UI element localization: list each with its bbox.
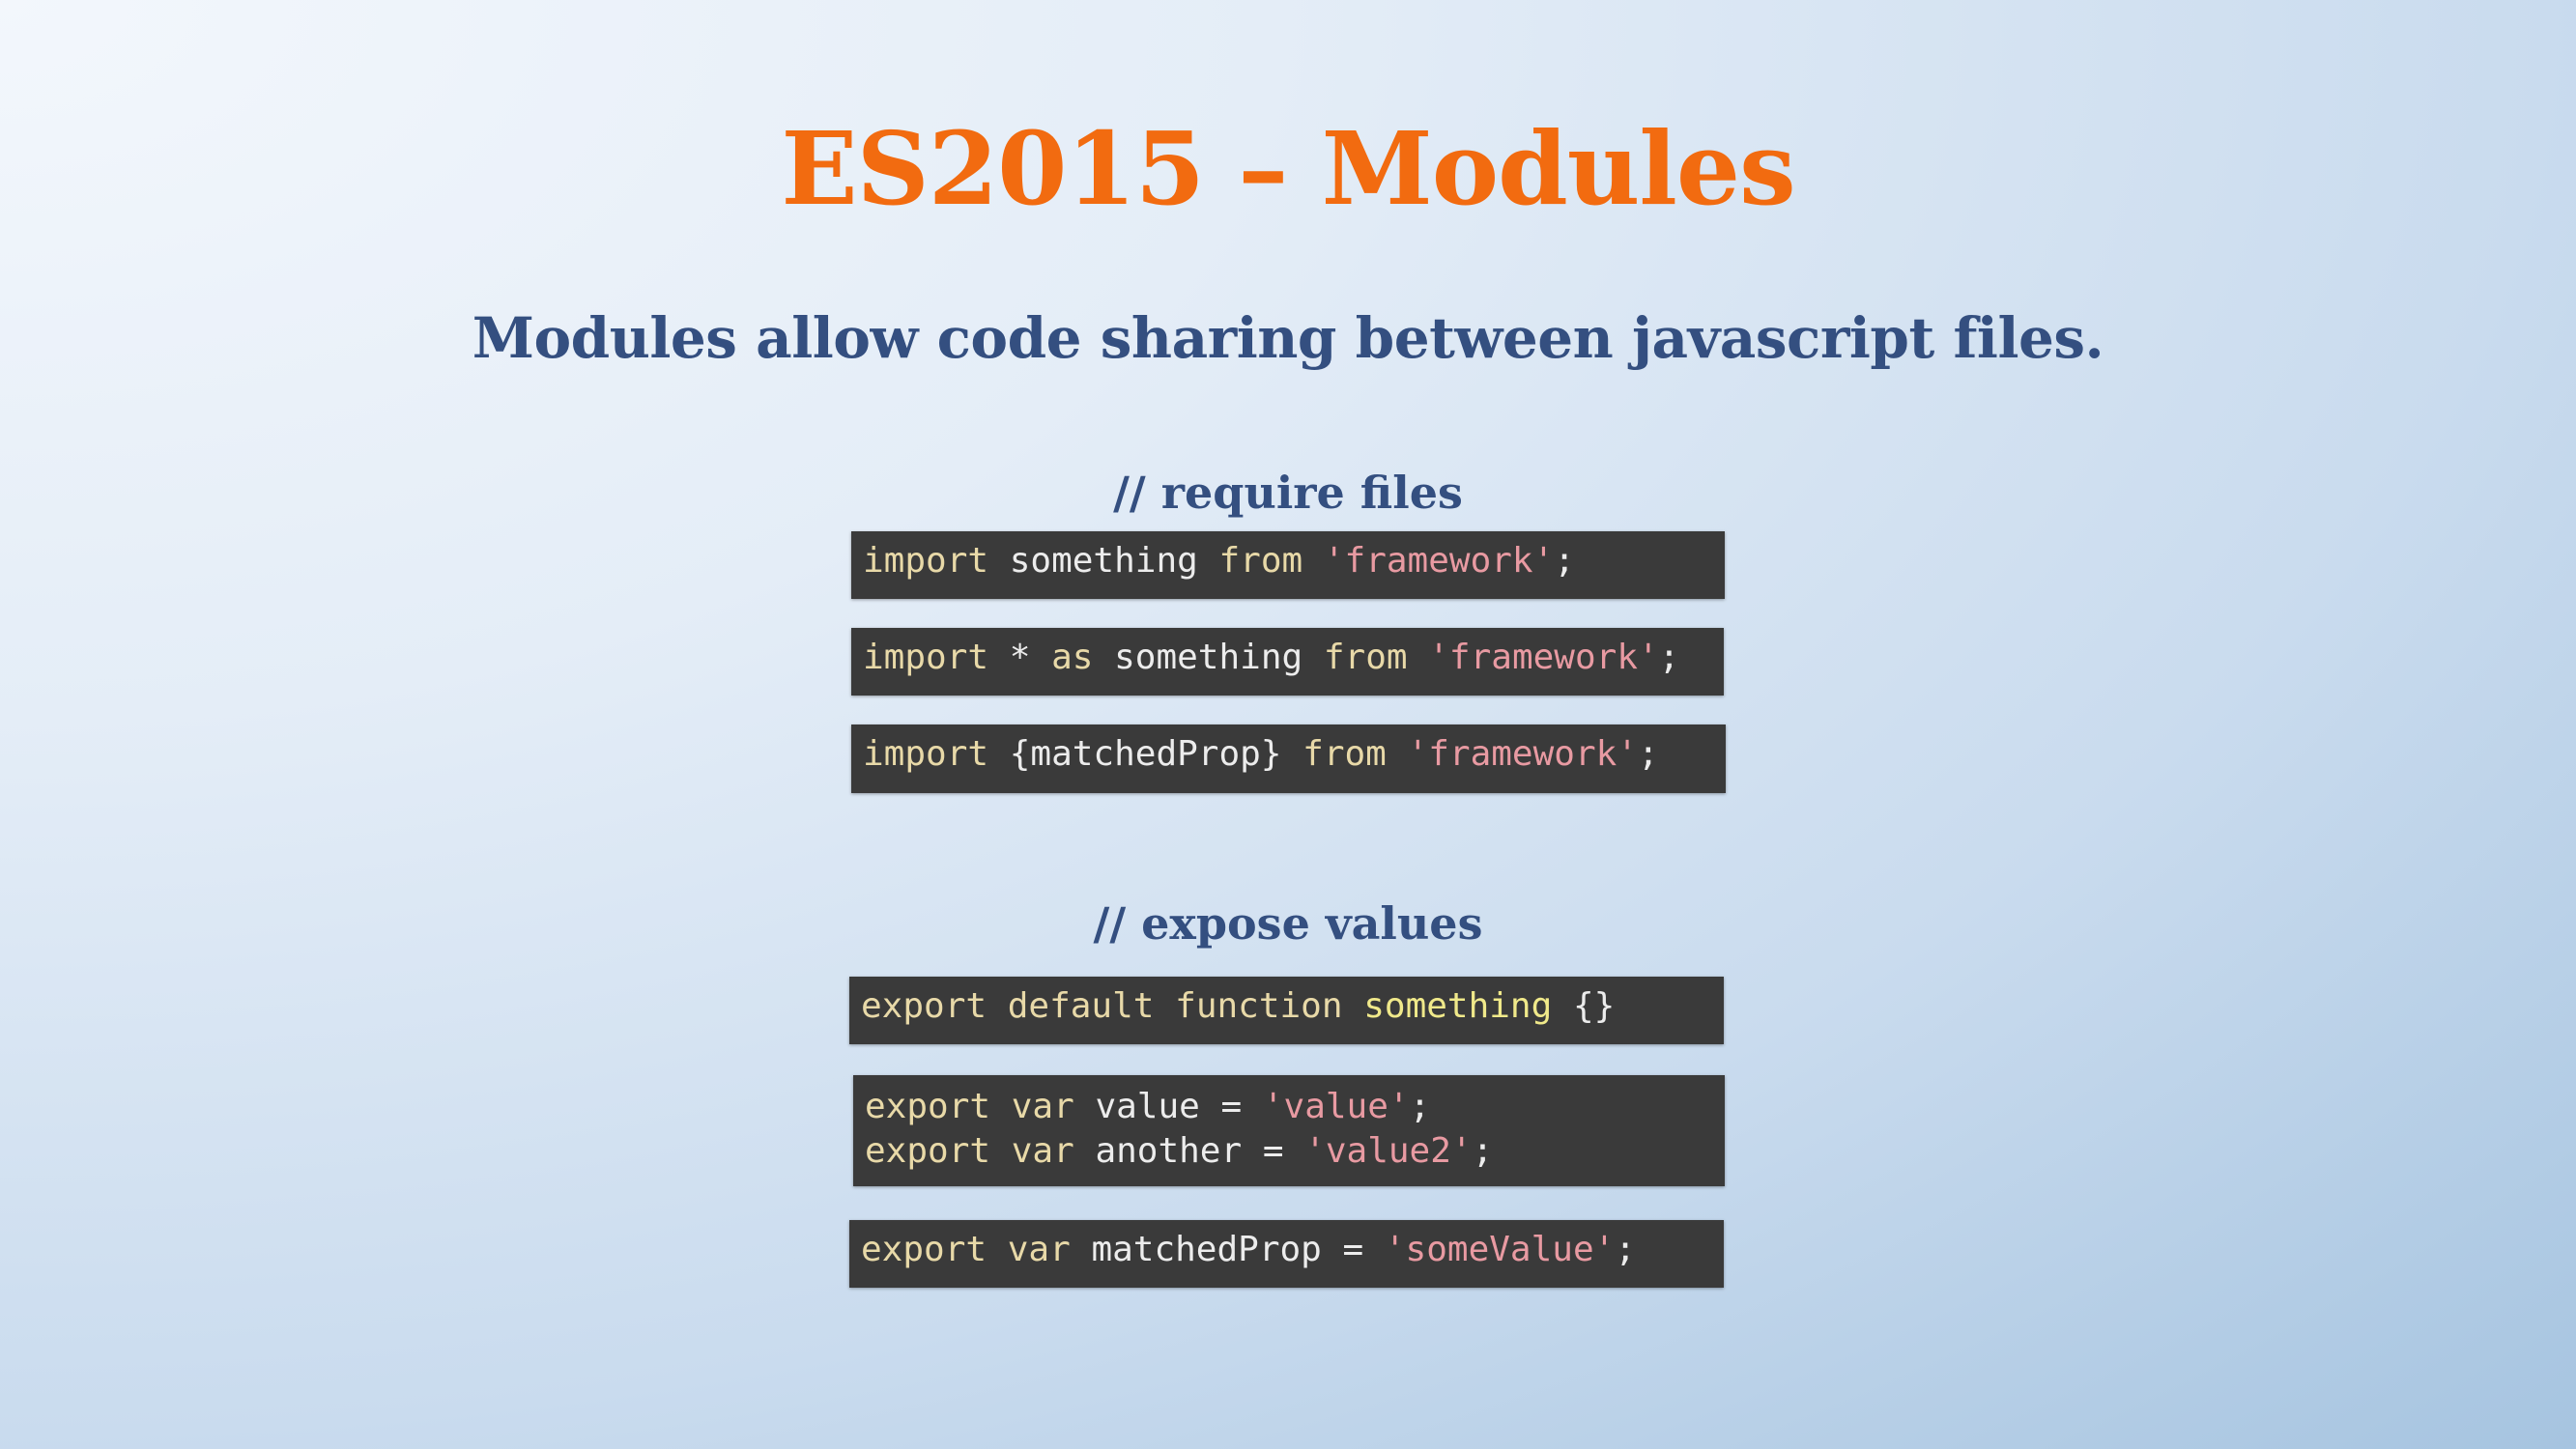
code-import-default: import something from 'framework'; [851, 531, 1725, 599]
code-export-vars: export var value = 'value'; export var a… [853, 1075, 1725, 1186]
expose-values-heading: // expose values [1093, 897, 1483, 950]
require-files-heading: // require files [1113, 467, 1463, 519]
code-export-default: export default function something {} [849, 977, 1724, 1044]
code-import-named: import {matchedProp} from 'framework'; [851, 724, 1726, 793]
slide-subtitle: Modules allow code sharing between javas… [472, 305, 2104, 371]
code-import-namespace: import * as something from 'framework'; [851, 628, 1724, 696]
code-export-matched: export var matchedProp = 'someValue'; [849, 1220, 1724, 1288]
slide-title: ES2015 – Modules [781, 109, 1795, 228]
